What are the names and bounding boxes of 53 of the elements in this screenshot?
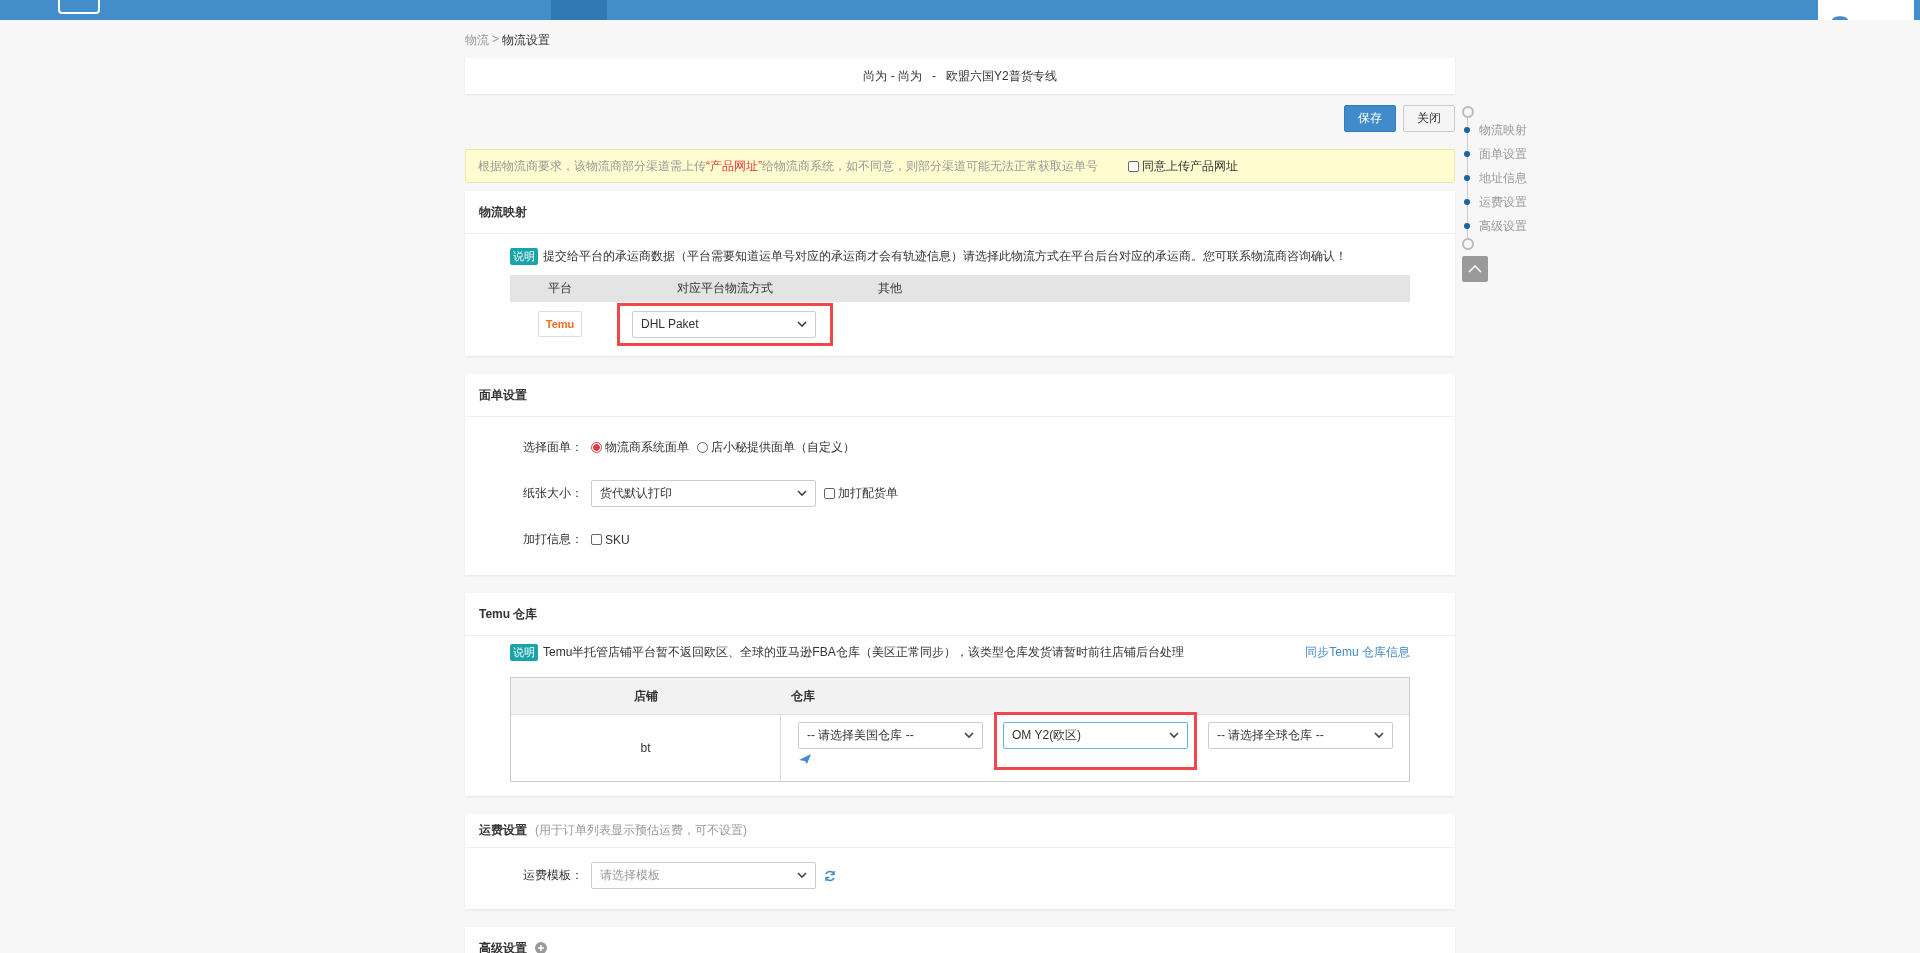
column-header: 其他	[878, 280, 902, 297]
breadcrumb-separator: >	[492, 32, 499, 48]
chevron-down-icon	[1374, 732, 1384, 739]
field-label: 加打信息：	[522, 531, 583, 548]
field-label: 纸张大小：	[522, 485, 583, 502]
breadcrumb-current: 物流设置	[502, 32, 550, 48]
warehouse-dropdown[interactable]: OM Y2(欧区)	[1003, 722, 1188, 749]
timeline-end-icon	[1462, 238, 1474, 250]
page-title: 尚为 - 尚为 - 欧盟六国Y2普货专线	[465, 58, 1455, 94]
user-menu[interactable]	[1818, 0, 1914, 20]
checkbox-option[interactable]: SKU	[591, 532, 630, 547]
save-button[interactable]: 保存	[1344, 105, 1396, 132]
timeline-start-icon	[1462, 106, 1474, 118]
carrier-dropdown[interactable]: DHL Paket	[632, 310, 816, 338]
scroll-top-button[interactable]	[1462, 256, 1488, 282]
section-title: 面单设置	[479, 386, 527, 404]
radio-option[interactable]: 店小秘提供面单（自定义）	[697, 439, 855, 456]
notice-text: 根据物流商要求，该物流商部分渠道需上传“产品网址”给物流商系统，如不同意，则部分渠道可能无法正常获取运单号	[478, 157, 1098, 175]
warehouse-dropdown[interactable]: -- 请选择全球仓库 --	[1208, 722, 1393, 749]
column-header: 仓库	[790, 687, 816, 705]
chevron-down-icon	[964, 732, 974, 739]
logo-icon	[58, 0, 100, 14]
plus-icon[interactable]	[535, 942, 547, 953]
column-header: 对应平台物流方式	[677, 280, 773, 297]
column-header: 平台	[548, 280, 572, 297]
platform-logo: Temu	[537, 311, 583, 337]
info-tag: 说明	[510, 644, 538, 661]
paper-size-dropdown[interactable]: 货代默认打印	[591, 480, 816, 507]
agree-checkbox[interactable]: 同意上传产品网址	[1128, 157, 1238, 175]
refresh-icon[interactable]	[824, 869, 836, 882]
checkbox-option[interactable]: 加打配货单	[824, 485, 898, 502]
section-title: 高级设置	[479, 939, 527, 953]
close-button[interactable]: 关闭	[1403, 105, 1455, 132]
chevron-down-icon	[797, 490, 807, 497]
info-text: Temu半托管店铺平台暂不返回欧区、全球的亚马逊FBA仓库（美区正常同步），该类型仓库发货请暂时前往店铺后台处理	[543, 644, 1184, 661]
section-title: 运费设置	[479, 822, 527, 839]
field-label: 运费模板：	[522, 867, 583, 884]
radio-option[interactable]: 物流商系统面单	[591, 439, 689, 456]
info-tag: 说明	[510, 248, 538, 265]
chevron-down-icon	[797, 872, 807, 879]
section-title: Temu 仓库	[479, 605, 538, 623]
field-label: 选择面单：	[522, 439, 583, 456]
section-title: 物流映射	[479, 203, 527, 221]
warehouse-dropdown[interactable]: -- 请选择美国仓库 --	[798, 722, 983, 749]
sync-warehouse-link[interactable]: 同步Temu 仓库信息	[1305, 644, 1410, 661]
chevron-up-icon	[1468, 265, 1482, 273]
info-text: 提交给平台的承运商数据（平台需要知道运单号对应的承运商才会有轨迹信息）请选择此物流方式在平台后台对应的承运商。您可联系物流商咨询确认！	[543, 248, 1347, 265]
chevron-down-icon	[1169, 732, 1179, 739]
column-header: 店铺	[633, 687, 659, 705]
send-icon[interactable]	[799, 754, 811, 764]
shop-name: bt	[640, 741, 651, 755]
chevron-down-icon	[797, 320, 807, 328]
section-hint: (用于订单列表显示预估运费，可不设置)	[535, 822, 747, 839]
